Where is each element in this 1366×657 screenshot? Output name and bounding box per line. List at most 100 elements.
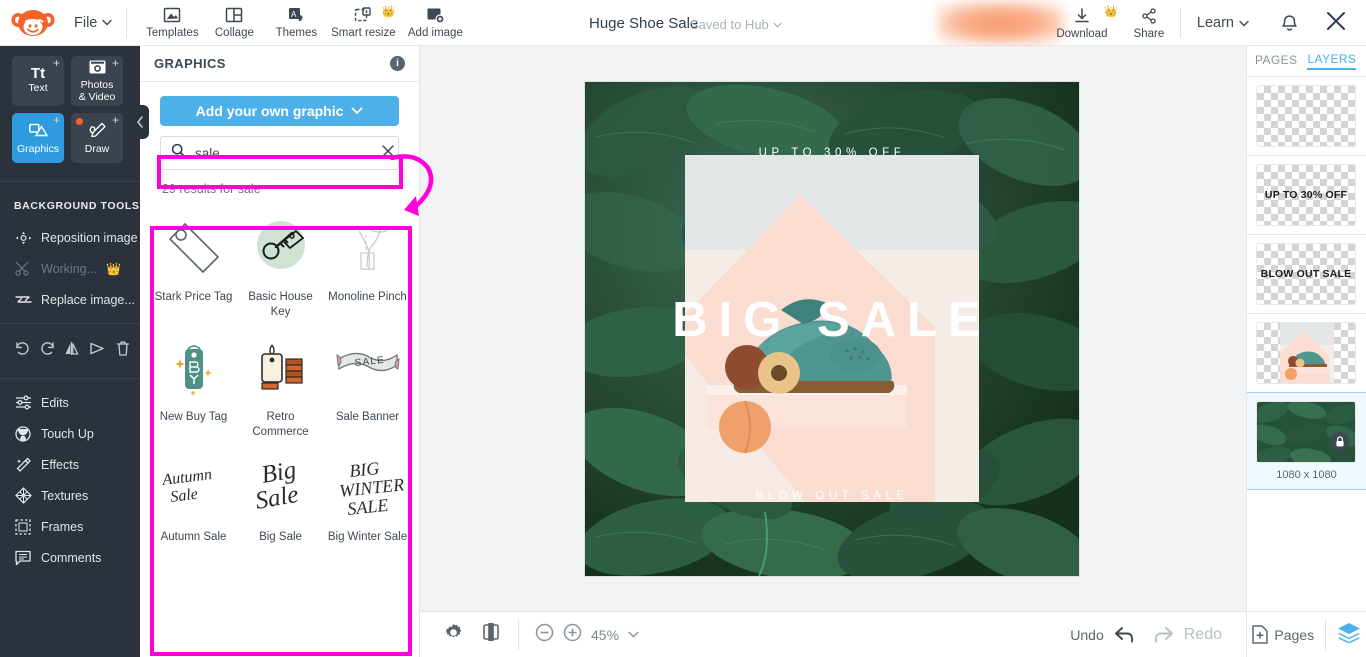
- rotate-right-icon[interactable]: [35, 340, 60, 362]
- rail-item-textures[interactable]: Textures: [0, 480, 140, 511]
- add-your-own-graphic-button[interactable]: Add your own graphic: [160, 96, 399, 126]
- collapse-panel-button[interactable]: [131, 105, 149, 139]
- download-button[interactable]: 👑 Download: [1046, 0, 1118, 46]
- tile-graphics[interactable]: + Graphics: [12, 113, 64, 163]
- replace-icon: [14, 293, 32, 306]
- rail-item-frames[interactable]: Frames: [0, 511, 140, 542]
- tile-text[interactable]: + Tt Text: [12, 56, 64, 106]
- autumn-sale-script-icon: Autumn Sale: [154, 448, 234, 528]
- info-icon[interactable]: i: [390, 56, 405, 71]
- edits-icon: [14, 395, 32, 410]
- text-icon: Tt: [31, 68, 45, 80]
- layer-thumbnail: UP TO 30% OFF: [1256, 164, 1356, 226]
- graphic-label: Autumn Sale: [152, 530, 236, 545]
- graphic-item-autumn-sale[interactable]: Autumn Sale Autumn Sale: [150, 448, 237, 545]
- plus-icon: +: [112, 114, 119, 126]
- search-input[interactable]: [195, 146, 372, 161]
- notifications-button[interactable]: [1265, 10, 1314, 37]
- document-title[interactable]: Huge Shoe Sale: [589, 15, 698, 32]
- rail-item-label: Effects: [41, 458, 79, 472]
- layer-thumbnail-text: BLOW OUT SALE: [1257, 268, 1355, 280]
- tool-add-image[interactable]: Add image: [399, 0, 471, 46]
- zoom-in-icon: [563, 623, 582, 642]
- rail-item-touch-up[interactable]: Touch Up: [0, 418, 140, 449]
- redo-button[interactable]: Redo: [1153, 626, 1222, 644]
- tile-draw[interactable]: + Draw: [71, 113, 123, 163]
- monkey-logo[interactable]: [0, 0, 66, 46]
- learn-menu[interactable]: Learn: [1181, 15, 1265, 31]
- layers-panel: PAGES LAYERS UP TO 30% OFF BLOW OUT SALE: [1246, 46, 1366, 611]
- canvas-text-top[interactable]: UP TO 30% OFF: [585, 147, 1079, 159]
- layers-toggle-button[interactable]: [1337, 622, 1361, 648]
- rail-item-comments[interactable]: Comments: [0, 542, 140, 573]
- bell-icon: [1279, 10, 1300, 32]
- layer-row[interactable]: UP TO 30% OFF: [1247, 155, 1366, 234]
- layers-stack-icon: [1337, 622, 1361, 643]
- zoom-in-button[interactable]: [563, 623, 582, 647]
- canvas-text-bottom[interactable]: BLOW OUT SALE: [585, 490, 1079, 502]
- zoom-level-value[interactable]: 45%: [591, 627, 619, 643]
- tool-smart-resize[interactable]: 👑 Smart resize: [327, 0, 399, 46]
- tab-layers[interactable]: LAYERS: [1307, 52, 1356, 70]
- close-button[interactable]: [1314, 9, 1366, 38]
- graphic-item-retro-commerce[interactable]: Retro Commerce: [237, 328, 324, 440]
- clear-icon[interactable]: [381, 144, 395, 163]
- top-toolbar: File Templates Collage A Themes: [0, 0, 1366, 46]
- rail-item-edits[interactable]: Edits: [0, 387, 140, 418]
- canvas-area[interactable]: UP TO 30% OFF BIG SALE BLOW OUT SALE: [420, 46, 1246, 611]
- graphics-search-box[interactable]: [160, 136, 399, 170]
- layer-thumbnail-text: UP TO 30% OFF: [1257, 189, 1355, 201]
- graphic-item-basic-house-key[interactable]: Basic House Key: [237, 208, 324, 320]
- graphic-item-stark-price-tag[interactable]: Stark Price Tag: [150, 208, 237, 320]
- rail-item-replace-image[interactable]: Replace image...: [0, 284, 140, 315]
- search-icon: [171, 143, 186, 163]
- reposition-icon: [14, 231, 32, 245]
- graphics-results-grid: Stark Price Tag Basic House Key: [150, 208, 411, 545]
- delete-icon[interactable]: [110, 340, 135, 362]
- layers-panel-tabs: PAGES LAYERS: [1247, 46, 1366, 76]
- layer-row-selected[interactable]: 1080 x 1080: [1247, 392, 1366, 490]
- share-button[interactable]: Share: [1118, 0, 1180, 46]
- graphic-item-big-sale[interactable]: Big Sale Big Sale: [237, 448, 324, 545]
- layer-row[interactable]: BLOW OUT SALE: [1247, 234, 1366, 313]
- canvas-text-main[interactable]: BIG SALE: [585, 292, 1079, 348]
- flip-horizontal-icon[interactable]: [60, 340, 85, 362]
- tab-pages[interactable]: PAGES: [1255, 53, 1297, 69]
- compare-button[interactable]: [472, 622, 510, 647]
- crown-icon: 👑: [382, 5, 396, 18]
- layer-row[interactable]: [1247, 313, 1366, 392]
- tool-themes[interactable]: A Themes: [265, 0, 327, 46]
- rail-item-effects[interactable]: Effects: [0, 449, 140, 480]
- tool-templates[interactable]: Templates: [141, 0, 203, 46]
- tool-collage[interactable]: Collage: [203, 0, 265, 46]
- file-menu[interactable]: File: [66, 0, 126, 46]
- design-artboard[interactable]: UP TO 30% OFF BIG SALE BLOW OUT SALE: [585, 82, 1079, 576]
- price-tag-outline-icon: [154, 208, 234, 288]
- layer-row[interactable]: [1247, 76, 1366, 155]
- smart-resize-icon: [354, 6, 372, 24]
- top-tool-group: Templates Collage A Themes 👑 Smart resi: [141, 0, 471, 46]
- flip-vertical-icon[interactable]: [85, 340, 110, 362]
- lock-icon[interactable]: [1330, 432, 1349, 451]
- graphic-item-monoline-pinch[interactable]: Monoline Pinch: [324, 208, 411, 320]
- zoom-out-icon: [535, 623, 554, 642]
- tile-label: Graphics: [17, 143, 59, 155]
- settings-button[interactable]: [434, 623, 472, 647]
- pages-button[interactable]: Pages: [1252, 625, 1314, 644]
- save-status[interactable]: Saved to Hub: [690, 17, 782, 32]
- zoom-out-button[interactable]: [535, 623, 554, 647]
- undo-button[interactable]: Undo: [1070, 626, 1134, 644]
- graphic-item-new-buy-tag[interactable]: New Buy Tag: [150, 328, 237, 440]
- rail-item-reposition-image[interactable]: Reposition image: [0, 222, 140, 253]
- add-image-icon: [426, 6, 444, 24]
- crown-icon: 👑: [106, 262, 121, 276]
- rotate-left-icon[interactable]: [10, 340, 35, 362]
- graphic-item-big-winter-sale[interactable]: BIG WINTER SALE Big Winter Sale: [324, 448, 411, 545]
- graphic-label: Stark Price Tag: [152, 290, 236, 305]
- chevron-down-icon: [351, 107, 363, 115]
- graphic-item-sale-banner[interactable]: SALE Sale Banner: [324, 328, 411, 440]
- layer-thumbnail: [1256, 401, 1356, 463]
- chevron-down-icon[interactable]: [628, 631, 639, 638]
- graphics-panel-header: GRAPHICS i: [140, 46, 419, 82]
- tile-photos-video[interactable]: + Photos & Video: [71, 56, 123, 106]
